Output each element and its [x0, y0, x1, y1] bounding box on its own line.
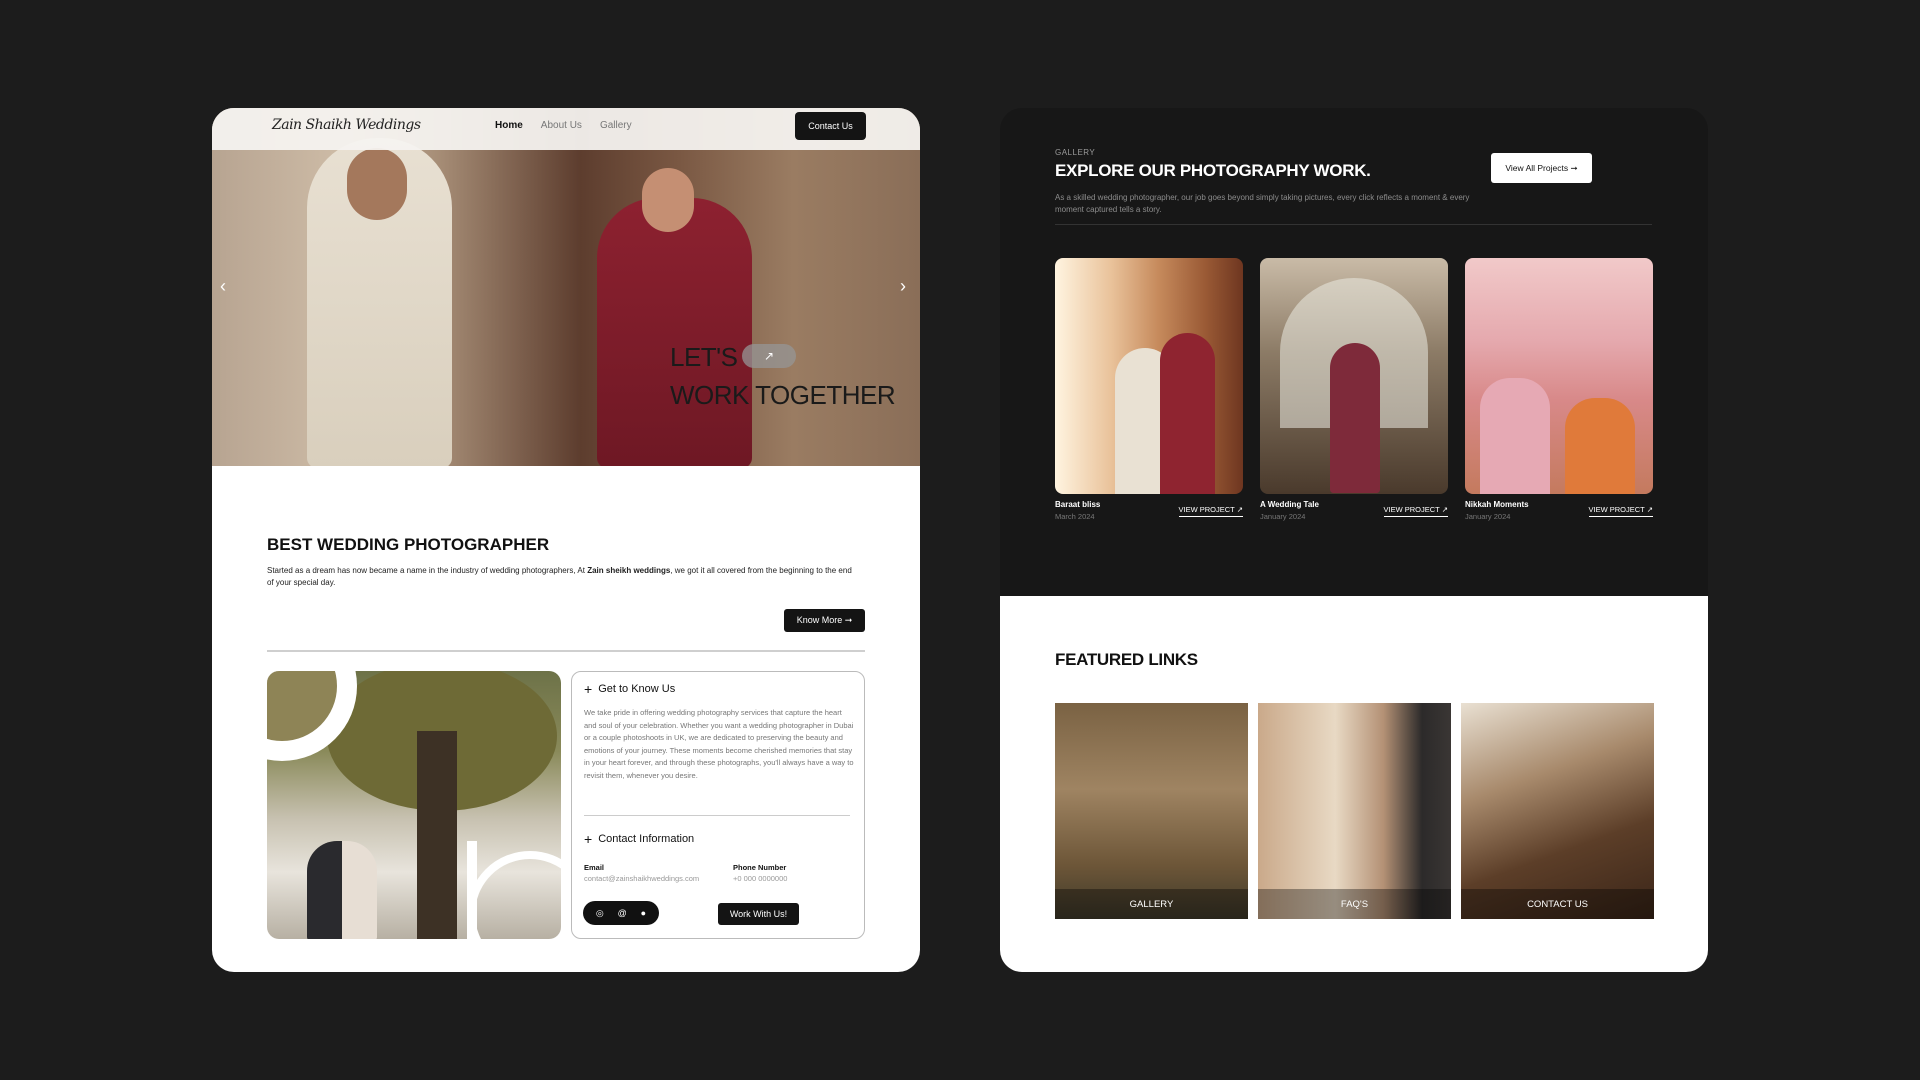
top-navigation: Zain Shaikh Weddings Home About Us Galle…	[212, 108, 920, 150]
carousel-next-icon[interactable]: ›	[900, 276, 906, 297]
nav-link-home[interactable]: Home	[495, 120, 523, 131]
threads-icon[interactable]: @	[618, 908, 627, 918]
featured-heading: FEATURED LINKS	[1055, 650, 1198, 669]
project-image[interactable]	[1055, 258, 1243, 494]
couple-figure	[307, 841, 377, 939]
info-panel: + Get to Know Us We take pride in offeri…	[571, 671, 865, 939]
about-text-brand: Zain sheikh weddings	[587, 566, 671, 575]
about-text: Started as a dream has now became a name…	[267, 565, 859, 589]
project-title: Baraat bliss	[1055, 500, 1101, 509]
featured-link-label: CONTACT US	[1461, 889, 1654, 919]
contact-us-button[interactable]: Contact Us	[795, 112, 866, 140]
project-card[interactable]: Nikkah Moments January 2024 VIEW PROJECT…	[1465, 258, 1653, 521]
project-title: Nikkah Moments	[1465, 500, 1529, 509]
project-image[interactable]	[1260, 258, 1448, 494]
hero-title-line2: WORK TOGETHER	[670, 380, 896, 410]
plus-icon: +	[584, 681, 593, 697]
hero-banner: ‹ › LET'S ↗ WORK TOGETHER	[212, 108, 920, 466]
view-project-link[interactable]: VIEW PROJECT ↗	[1588, 505, 1653, 517]
featured-link-contact[interactable]: CONTACT US	[1461, 703, 1654, 919]
website-preview-home: ‹ › LET'S ↗ WORK TOGETHER Zain Shaikh We…	[212, 108, 920, 972]
nav-link-about[interactable]: About Us	[541, 120, 582, 131]
featured-link-label: GALLERY	[1055, 889, 1248, 919]
hero-groom-head	[347, 148, 407, 220]
gallery-eyebrow: GALLERY	[1055, 148, 1096, 157]
project-image[interactable]	[1465, 258, 1653, 494]
about-heading: BEST WEDDING PHOTOGRAPHER	[267, 535, 550, 554]
nav-links: Home About Us Gallery	[495, 120, 632, 131]
guest-figure	[1565, 398, 1635, 494]
photo-arch-cutout	[467, 851, 561, 939]
featured-links-section: FEATURED LINKS GALLERY FAQ'S CONTACT US	[1000, 596, 1708, 972]
project-date: January 2024	[1465, 512, 1511, 521]
phone-label: Phone Number	[733, 863, 787, 872]
phone-value[interactable]: +0 000 0000000	[733, 874, 787, 883]
get-to-know-heading: + Get to Know Us	[584, 682, 675, 696]
view-all-projects-button[interactable]: View All Projects ➞	[1491, 153, 1592, 183]
featured-link-label: FAQ'S	[1258, 889, 1451, 919]
contact-info-label: Contact Information	[598, 833, 695, 845]
project-date: January 2024	[1260, 512, 1306, 521]
arrow-up-right-icon: ↗	[763, 349, 775, 363]
know-more-button[interactable]: Know More ➞	[784, 609, 865, 632]
brand-logo[interactable]: Zain Shaikh Weddings	[272, 117, 421, 133]
gallery-heading: EXPLORE OUR PHOTOGRAPHY WORK.	[1055, 161, 1371, 180]
featured-link-gallery[interactable]: GALLERY	[1055, 703, 1248, 919]
gallery-divider	[1055, 224, 1652, 225]
divider	[267, 650, 865, 652]
plus-icon: +	[584, 831, 593, 847]
project-card[interactable]: A Wedding Tale January 2024 VIEW PROJECT…	[1260, 258, 1448, 521]
bride-figure	[1160, 333, 1215, 494]
email-label: Email	[584, 863, 605, 872]
social-links: ◎ @ ●	[583, 901, 659, 925]
project-title: A Wedding Tale	[1260, 500, 1319, 509]
view-project-link[interactable]: VIEW PROJECT ↗	[1383, 505, 1448, 517]
get-to-know-text: We take pride in offering wedding photog…	[584, 708, 854, 780]
nav-link-gallery[interactable]: Gallery	[600, 120, 632, 131]
carousel-prev-icon[interactable]: ‹	[220, 276, 226, 297]
info-divider	[584, 815, 850, 816]
work-with-us-button[interactable]: Work With Us!	[718, 903, 799, 925]
hero-title-line1: LET'S	[670, 342, 738, 372]
contact-info-heading: + Contact Information	[584, 832, 694, 846]
view-project-link[interactable]: VIEW PROJECT ↗	[1178, 505, 1243, 517]
project-card[interactable]: Baraat bliss March 2024 VIEW PROJECT ↗	[1055, 258, 1243, 521]
project-date: March 2024	[1055, 512, 1095, 521]
hero-arrow-button[interactable]: ↗	[742, 344, 796, 368]
email-value[interactable]: contact@zainshaikhweddings.com	[584, 874, 699, 883]
facebook-icon[interactable]: ●	[641, 908, 646, 918]
about-text-start: Started as a dream has now became a name…	[267, 566, 588, 575]
bride-figure	[1330, 343, 1380, 493]
website-preview-gallery: GALLERY EXPLORE OUR PHOTOGRAPHY WORK. As…	[1000, 108, 1708, 972]
featured-link-faqs[interactable]: FAQ'S	[1258, 703, 1451, 919]
couple-photo	[267, 671, 561, 939]
hero-bride-figure	[597, 198, 752, 466]
tree-trunk	[417, 731, 457, 939]
hero-bride-head	[642, 168, 694, 232]
instagram-icon[interactable]: ◎	[596, 908, 604, 919]
guest-figure	[1480, 378, 1550, 494]
gallery-text: As a skilled wedding photographer, our j…	[1055, 193, 1470, 214]
get-to-know-label: Get to Know Us	[598, 683, 676, 695]
